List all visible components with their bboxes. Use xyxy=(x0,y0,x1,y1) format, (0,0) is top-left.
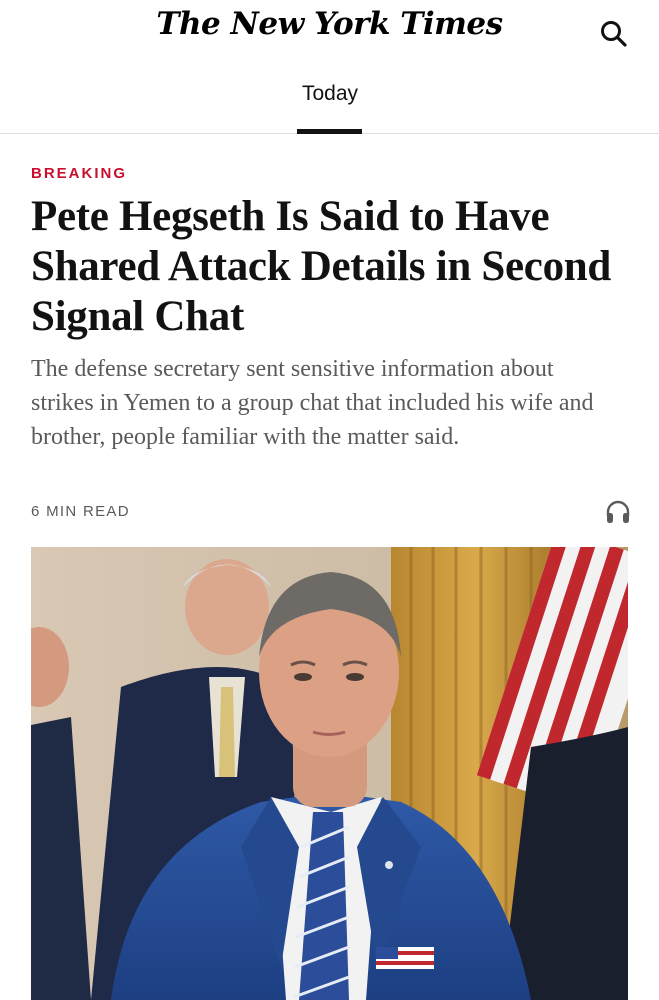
article-summary: The defense secretary sent sensitive inf… xyxy=(31,356,594,450)
article-headline[interactable]: Pete Hegseth Is Said to Have Shared Atta… xyxy=(31,192,631,342)
breaking-label: BREAKING xyxy=(31,165,128,182)
nyt-logo[interactable]: The New York Times xyxy=(0,6,659,42)
photo-illustration xyxy=(31,547,628,1000)
search-icon xyxy=(601,21,627,47)
masthead: The New York Times xyxy=(0,0,659,62)
headphones-icon xyxy=(606,500,630,523)
listen-button[interactable] xyxy=(604,498,632,526)
tab-selected-indicator xyxy=(297,129,362,134)
tab-today[interactable]: Today xyxy=(287,82,373,106)
search-button[interactable] xyxy=(598,18,630,50)
read-time: 6 MIN READ xyxy=(31,503,130,520)
article-photo[interactable] xyxy=(31,547,628,1000)
section-nav: Today xyxy=(0,62,659,134)
